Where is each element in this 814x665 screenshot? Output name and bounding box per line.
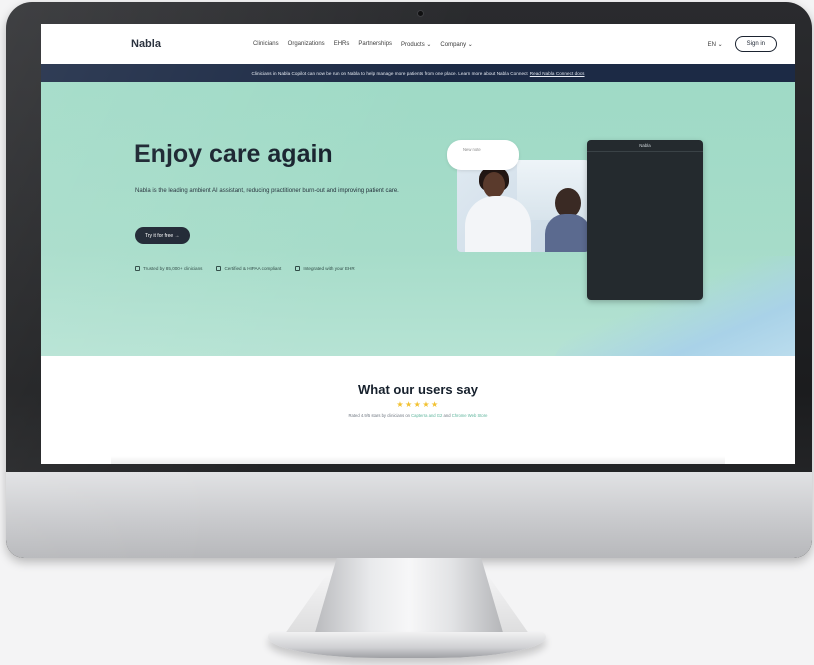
check-icon	[295, 266, 301, 271]
reviews-link-chrome[interactable]: Chrome Web Store	[452, 413, 488, 418]
nav-link-clinicians[interactable]: Clinicians	[253, 41, 279, 48]
nav-links: Clinicians Organizations EHRs Partnershi…	[253, 41, 473, 48]
hero-title: Enjoy care again	[134, 140, 333, 168]
logo[interactable]: Nabla	[131, 38, 161, 50]
nav-link-partnerships[interactable]: Partnerships	[358, 41, 392, 48]
try-free-button[interactable]: Try it for free →	[135, 227, 190, 244]
top-nav: Nabla Clinicians Organizations EHRs Part…	[41, 24, 795, 64]
language-selector[interactable]: EN ⌄	[708, 41, 723, 48]
trust-row: Trusted by 85,000+ clinicians Certified …	[135, 266, 355, 271]
hero-photo	[457, 160, 589, 252]
star-rating: ★★★★★	[396, 400, 440, 409]
trust-item-label: Certified & HIPAA compliant	[224, 266, 282, 271]
hero-subtitle: Nabla is the leading ambient AI assistan…	[135, 188, 399, 194]
monitor-base	[268, 632, 546, 658]
reviews-section: What our users say ★★★★★ Rated 4.9/5 sta…	[41, 356, 795, 464]
camera-icon	[417, 10, 424, 17]
doctor-head	[483, 172, 505, 198]
trust-item: Trusted by 85,000+ clinicians	[135, 266, 202, 271]
monitor-frame: Nabla Clinicians Organizations EHRs Part…	[6, 2, 812, 558]
nav-link-ehrs[interactable]: EHRs	[334, 41, 350, 48]
check-icon	[135, 266, 140, 271]
sign-in-button[interactable]: Sign in	[734, 36, 777, 52]
trust-item: Certified & HIPAA compliant	[216, 266, 281, 271]
reviews-note-mid: and	[443, 413, 451, 418]
trust-item-label: Integrated with your EHR	[303, 266, 355, 271]
announcement-banner: Clinicians in Nabla Copilot can now be r…	[41, 64, 795, 82]
monitor-chin	[6, 472, 812, 558]
app-panel-title: Nabla	[587, 140, 703, 152]
nav-link-products[interactable]: Products ⌄	[401, 41, 431, 48]
nav-link-company[interactable]: Company ⌄	[440, 41, 472, 48]
doctor-coat	[465, 196, 531, 252]
banner-text: Clinicians in Nabla Copilot can now be r…	[251, 70, 528, 76]
trust-item: Integrated with your EHR	[295, 266, 355, 271]
reviews-note-prefix: Rated 4.9/5 stars by clinicians on	[348, 413, 410, 418]
banner-link[interactable]: Read Nabla Connect docs	[530, 71, 585, 76]
reviews-title: What our users say	[358, 382, 478, 397]
monitor-stand	[314, 558, 504, 636]
browser-screen: Nabla Clinicians Organizations EHRs Part…	[41, 24, 795, 464]
trust-item-label: Trusted by 85,000+ clinicians	[143, 266, 203, 271]
reviews-link-capterra[interactable]: Capterra and G2	[411, 413, 442, 418]
patient-body	[545, 214, 589, 252]
note-bubble: New note	[447, 140, 519, 170]
nav-link-organizations[interactable]: Organizations	[288, 41, 325, 48]
app-preview-panel: Nabla	[587, 140, 703, 300]
reviews-card-edge	[111, 456, 725, 464]
hero-section: Enjoy care again Nabla is the leading am…	[41, 82, 795, 356]
check-icon	[216, 266, 222, 271]
nav-right: EN ⌄ Sign in	[708, 36, 777, 52]
reviews-note: Rated 4.9/5 stars by clinicians on Capte…	[41, 413, 795, 418]
